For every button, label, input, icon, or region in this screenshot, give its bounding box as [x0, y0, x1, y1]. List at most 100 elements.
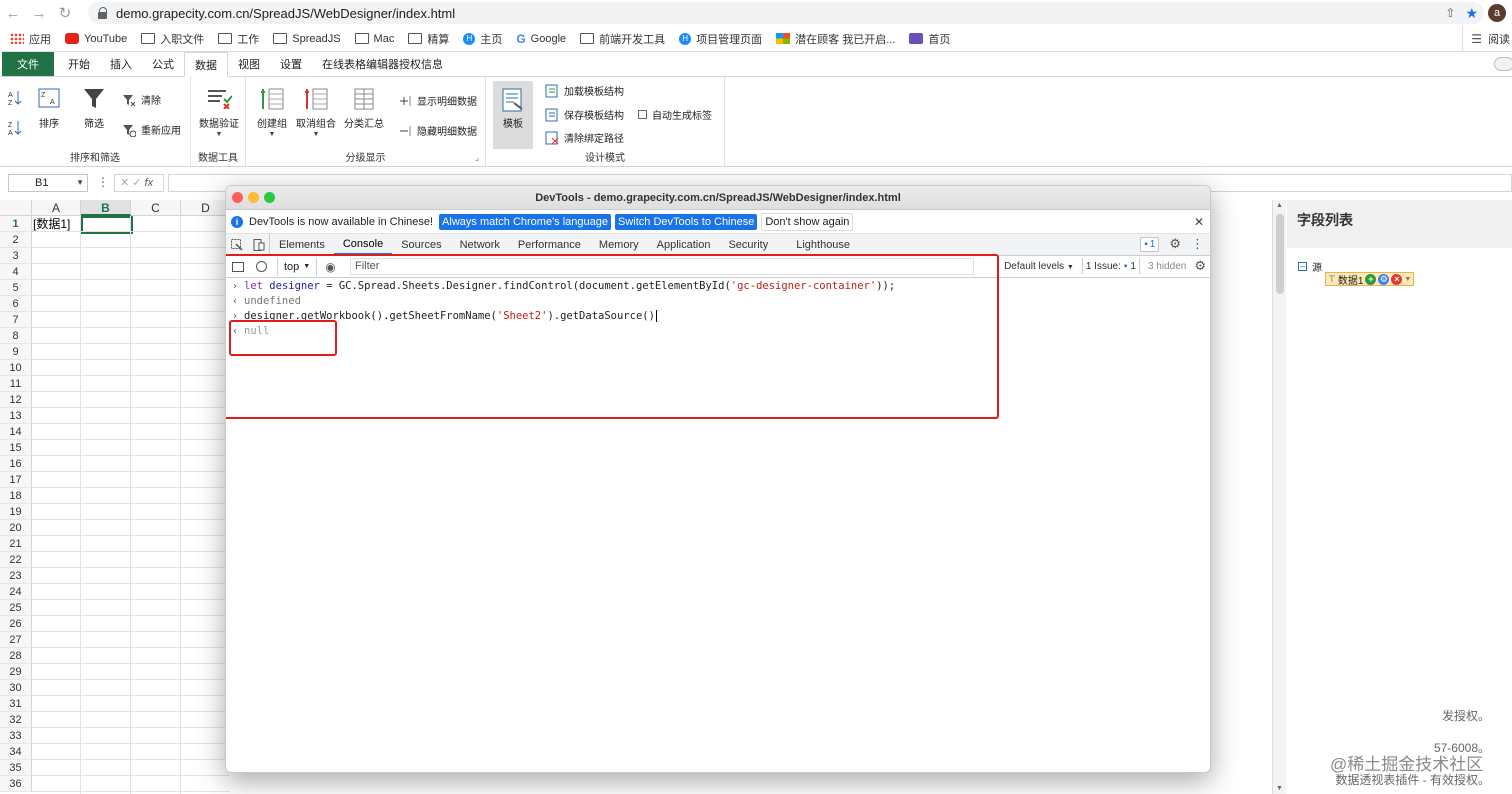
- row-header[interactable]: 23: [0, 568, 32, 584]
- row-header[interactable]: 5: [0, 280, 32, 296]
- row-header[interactable]: 15: [0, 440, 32, 456]
- row-header[interactable]: 28: [0, 648, 32, 664]
- row-header[interactable]: 1: [0, 216, 32, 232]
- row-header[interactable]: 2: [0, 232, 32, 248]
- settings-icon[interactable]: ⚙: [1378, 273, 1390, 285]
- issues-badge[interactable]: 1 Issue: ▪ 1: [1081, 258, 1140, 274]
- tab-settings[interactable]: 设置: [270, 52, 312, 76]
- row-header[interactable]: 14: [0, 424, 32, 440]
- template-button[interactable]: 模板: [493, 81, 533, 149]
- bookmark-youtube[interactable]: YouTube: [65, 33, 127, 45]
- row-header[interactable]: 36: [0, 776, 32, 792]
- tab-home[interactable]: 开始: [58, 52, 100, 76]
- row-header[interactable]: 32: [0, 712, 32, 728]
- avatar[interactable]: a: [1488, 4, 1506, 22]
- col-header[interactable]: C: [131, 200, 181, 216]
- auto-label-checkbox[interactable]: 自动生成标签: [638, 107, 712, 122]
- device-toolbar-icon[interactable]: [248, 234, 270, 255]
- subtotal-button[interactable]: 分类汇总: [344, 87, 384, 130]
- close-icon[interactable]: ✕: [1194, 215, 1204, 229]
- sort-asc-button[interactable]: AZ: [8, 89, 22, 110]
- row-header[interactable]: 6: [0, 296, 32, 312]
- bookmark-folder[interactable]: SpreadJS: [273, 33, 341, 45]
- row-header[interactable]: 11: [0, 376, 32, 392]
- bookmark-home[interactable]: H 主页: [463, 31, 502, 47]
- tab-elements[interactable]: Elements: [270, 234, 334, 255]
- row-header[interactable]: 13: [0, 408, 32, 424]
- tab-security[interactable]: Security: [719, 234, 777, 255]
- row-header[interactable]: 29: [0, 664, 32, 680]
- switch-language-button[interactable]: Switch DevTools to Chinese: [615, 213, 758, 230]
- row-header[interactable]: 24: [0, 584, 32, 600]
- row-header[interactable]: 30: [0, 680, 32, 696]
- row-header[interactable]: 20: [0, 520, 32, 536]
- row-header[interactable]: 25: [0, 600, 32, 616]
- bookmark-star-icon[interactable]: ★: [1465, 5, 1478, 22]
- col-header[interactable]: A: [32, 200, 81, 216]
- collapse-icon[interactable]: –: [1298, 262, 1307, 271]
- tab-network[interactable]: Network: [451, 234, 509, 255]
- row-header[interactable]: 10: [0, 360, 32, 376]
- row-header[interactable]: 31: [0, 696, 32, 712]
- minimize-window-icon[interactable]: [248, 192, 259, 203]
- clear-binding-button[interactable]: 清除绑定路径: [545, 130, 624, 145]
- ribbon-toggle[interactable]: [1494, 57, 1512, 71]
- more-vertical-icon[interactable]: ⋮: [97, 175, 109, 189]
- tree-root[interactable]: – 源: [1298, 259, 1322, 274]
- reading-list[interactable]: ☰ 阅读: [1462, 26, 1512, 52]
- tab-lighthouse[interactable]: Lighthouse: [787, 234, 859, 255]
- tab-sources[interactable]: Sources: [392, 234, 450, 255]
- inspect-element-icon[interactable]: [226, 234, 248, 255]
- clear-filter-button[interactable]: 清除: [122, 92, 161, 107]
- load-template-button[interactable]: 加载模板结构: [545, 83, 624, 98]
- gear-icon[interactable]: ⚙: [1169, 236, 1181, 252]
- more-vertical-icon[interactable]: ⋮: [1191, 236, 1204, 252]
- tab-data[interactable]: 数据: [184, 52, 228, 77]
- close-window-icon[interactable]: [232, 192, 243, 203]
- bookmark-folder[interactable]: 前端开发工具: [580, 31, 665, 47]
- console-output[interactable]: › let designer = GC.Spread.Sheets.Designe…: [226, 254, 1210, 419]
- sort-button[interactable]: ZA 排序: [36, 87, 62, 130]
- show-detail-button[interactable]: 显示明细数据: [398, 93, 477, 108]
- scroll-up-icon[interactable]: ▲: [1276, 202, 1283, 209]
- tab-memory[interactable]: Memory: [590, 234, 648, 255]
- bookmark-google[interactable]: G Google: [516, 32, 566, 46]
- hide-detail-button[interactable]: 隐藏明细数据: [398, 123, 477, 138]
- row-header[interactable]: 17: [0, 472, 32, 488]
- reapply-filter-button[interactable]: 重新应用: [122, 122, 181, 137]
- sort-desc-button[interactable]: ZA: [8, 119, 22, 140]
- share-icon[interactable]: ⇧: [1445, 6, 1455, 20]
- corner-header[interactable]: [0, 200, 32, 216]
- dont-show-button[interactable]: Don't show again: [761, 212, 854, 231]
- row-header[interactable]: 7: [0, 312, 32, 328]
- name-box[interactable]: B1 ▼: [8, 174, 88, 192]
- row-header[interactable]: 4: [0, 264, 32, 280]
- row-header[interactable]: 16: [0, 456, 32, 472]
- log-levels-dropdown[interactable]: Default levels ▼: [1004, 261, 1074, 272]
- row-header[interactable]: 8: [0, 328, 32, 344]
- bookmark-folder[interactable]: Mac: [354, 33, 394, 45]
- bookmark-projects[interactable]: H 项目管理页面: [679, 31, 762, 47]
- bookmark-leads[interactable]: 潜在顾客 我已开启...: [776, 31, 895, 47]
- scroll-thumb[interactable]: [1276, 214, 1284, 294]
- gear-icon[interactable]: ⚙: [1194, 258, 1206, 274]
- match-language-button[interactable]: Always match Chrome's language: [439, 213, 612, 230]
- add-icon[interactable]: +: [1365, 273, 1377, 285]
- bookmark-homepage[interactable]: 首页: [909, 31, 950, 47]
- tab-application[interactable]: Application: [648, 234, 720, 255]
- cell-a1[interactable]: [数据1]: [32, 216, 81, 232]
- tab-file[interactable]: 文件: [2, 52, 54, 76]
- address-bar[interactable]: demo.grapecity.com.cn/SpreadJS/WebDesign…: [88, 2, 1484, 24]
- bookmark-apps[interactable]: 应用: [10, 31, 51, 47]
- tab-view[interactable]: 视图: [228, 52, 270, 76]
- create-group-button[interactable]: 创建组 ▼: [256, 87, 288, 138]
- row-header[interactable]: 18: [0, 488, 32, 504]
- data-validation-button[interactable]: 数据验证 ▼: [197, 87, 241, 138]
- row-header[interactable]: 27: [0, 632, 32, 648]
- chevron-down-icon[interactable]: ▼: [1404, 276, 1411, 283]
- bookmark-folder[interactable]: 入职文件: [141, 31, 204, 47]
- row-header[interactable]: 26: [0, 616, 32, 632]
- row-header[interactable]: 22: [0, 552, 32, 568]
- reload-icon[interactable]: ↻: [52, 0, 78, 26]
- row-header[interactable]: 33: [0, 728, 32, 744]
